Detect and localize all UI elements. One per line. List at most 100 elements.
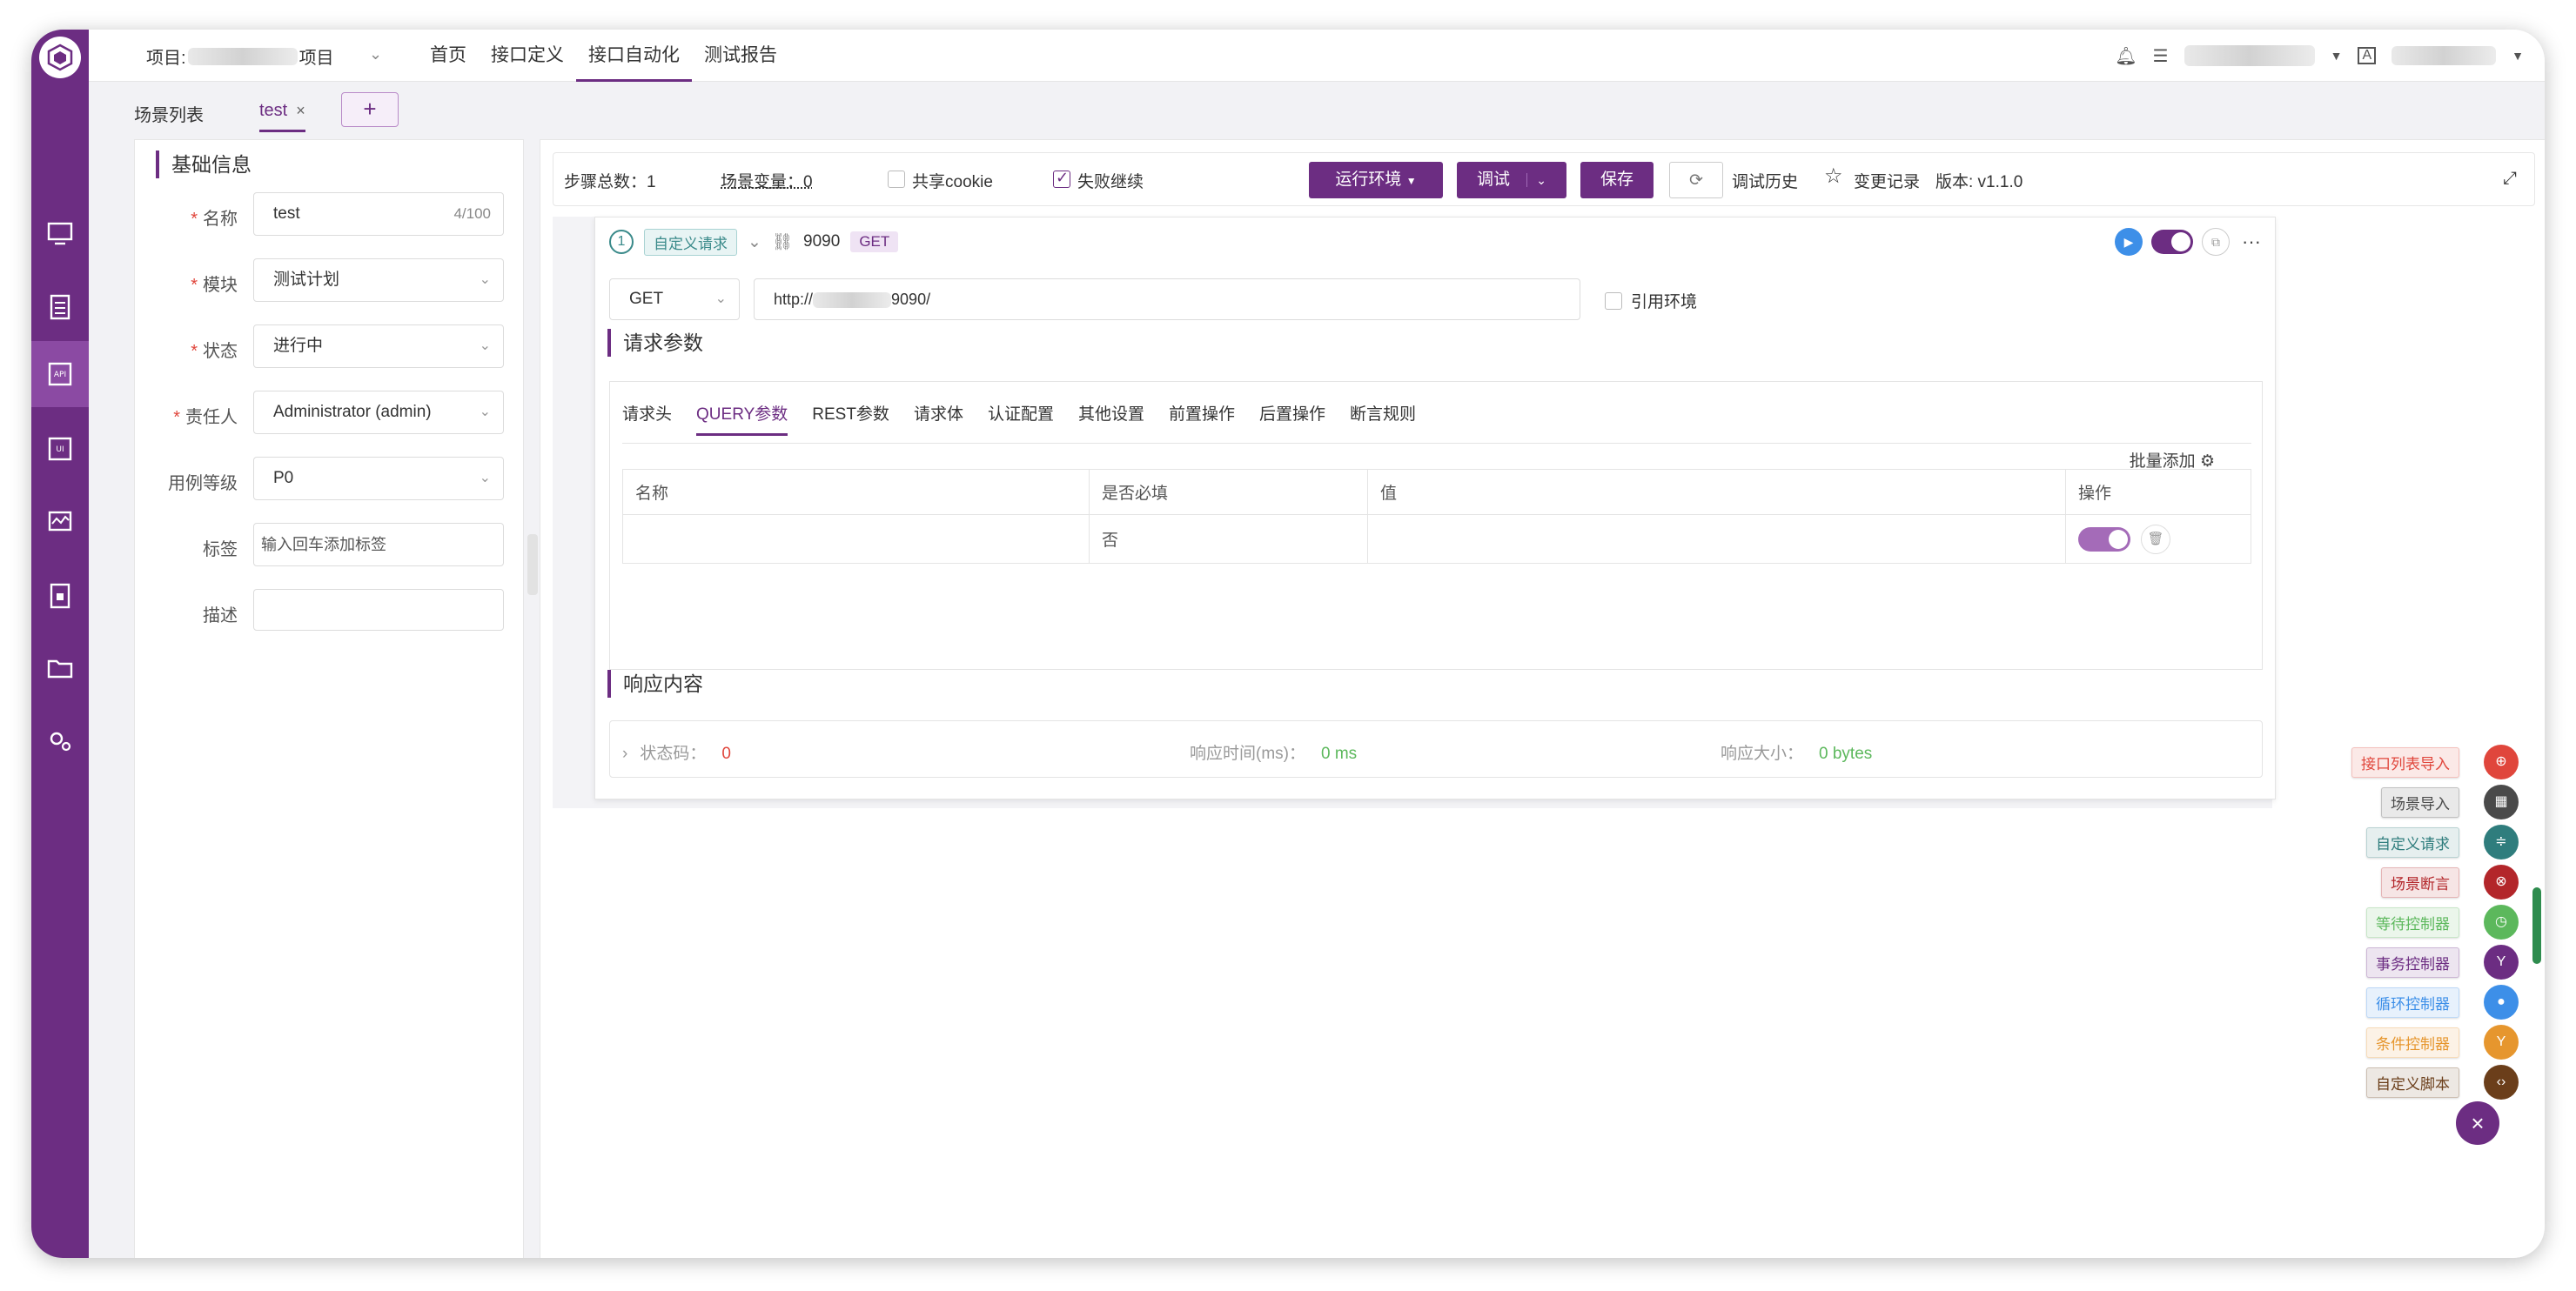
fab-item-icon[interactable]: ≑	[2484, 825, 2519, 860]
desc-textarea[interactable]	[253, 589, 504, 631]
param-value-cell[interactable]	[1367, 514, 2066, 564]
fab-item[interactable]: 条件控制器 Y	[2366, 1025, 2519, 1060]
status-select[interactable]: 进行中 ⌄	[253, 324, 504, 368]
step-enable-toggle[interactable]	[2151, 230, 2193, 254]
refresh-icon[interactable]: ⟳	[1669, 162, 1723, 198]
fab-item[interactable]: 事务控制器 Y	[2366, 945, 2519, 980]
tab-query[interactable]: QUERY参数	[696, 401, 788, 436]
method-select[interactable]: GET ⌄	[609, 278, 740, 320]
fab-item-icon[interactable]: ⊕	[2484, 745, 2519, 779]
caret-down-icon[interactable]: ▼	[2512, 49, 2524, 63]
nav-api-automation[interactable]: 接口自动化	[576, 30, 692, 82]
fab-item-label[interactable]: 场景断言	[2381, 866, 2459, 898]
trash-icon[interactable]: 🗑︎	[2141, 524, 2170, 554]
panel-splitter[interactable]	[527, 534, 538, 595]
nav-home[interactable]: 首页	[418, 30, 479, 82]
fab-item-label[interactable]: 循环控制器	[2366, 987, 2459, 1018]
caret-down-icon[interactable]: ▼	[2331, 49, 2343, 63]
run-env-button[interactable]: 运行环境 ▼	[1309, 162, 1443, 198]
folder-icon[interactable]	[31, 635, 89, 701]
fab-item-label[interactable]: 等待控制器	[2366, 906, 2459, 938]
scrollbar[interactable]	[2532, 887, 2541, 964]
tags-input[interactable]: 输入回车添加标签	[253, 523, 504, 566]
param-required-cell[interactable]: 否	[1089, 514, 1368, 564]
add-tab-button[interactable]: +	[341, 92, 399, 127]
fab-item[interactable]: 场景导入 ▦	[2381, 785, 2519, 819]
fab-item-icon[interactable]: Y	[2484, 1025, 2519, 1060]
copy-icon[interactable]: ⧉	[2202, 228, 2230, 256]
fab-item-label[interactable]: 事务控制器	[2366, 947, 2459, 978]
monitor-icon[interactable]	[31, 200, 89, 266]
fab-item-label[interactable]: 接口列表导入	[2351, 746, 2459, 778]
nav-api-definition[interactable]: 接口定义	[479, 30, 576, 82]
language-icon[interactable]: A	[2358, 47, 2377, 64]
fab-item-label[interactable]: 条件控制器	[2366, 1027, 2459, 1058]
api-icon[interactable]: API	[31, 341, 89, 407]
clipboard-icon[interactable]	[31, 273, 89, 339]
tags-row: 标签 输入回车添加标签	[135, 523, 525, 566]
share-cookie-checkbox[interactable]	[888, 171, 905, 188]
level-select[interactable]: P0 ⌄	[253, 457, 504, 500]
fab-item-icon[interactable]: ◷	[2484, 905, 2519, 940]
task-list-icon[interactable]: ☰	[2153, 45, 2169, 67]
ref-env-checkbox[interactable]: 引用环境	[1605, 289, 1697, 312]
tab-body[interactable]: 请求体	[914, 401, 963, 436]
fab-item-icon[interactable]: ⊗	[2484, 865, 2519, 900]
chevron-down-icon: ⌄	[479, 405, 491, 419]
tab-headers[interactable]: 请求头	[622, 401, 672, 436]
user-blurred[interactable]	[2392, 46, 2497, 65]
fab-item-label[interactable]: 自定义请求	[2366, 826, 2459, 858]
save-button[interactable]: 保存	[1580, 162, 1654, 198]
workspace-blurred[interactable]	[2184, 45, 2315, 66]
tab-post[interactable]: 后置操作	[1259, 401, 1325, 436]
fullscreen-icon[interactable]: ⤢	[2503, 169, 2517, 189]
fab-item-icon[interactable]: Y	[2484, 945, 2519, 980]
debug-button[interactable]: 调试 ⌄	[1457, 162, 1566, 198]
fail-continue-checkbox[interactable]	[1053, 169, 1070, 188]
chevron-right-icon[interactable]: ›	[622, 745, 627, 763]
url-input[interactable]: http://9090/	[754, 278, 1580, 320]
performance-icon[interactable]	[31, 489, 89, 555]
debug-history-link[interactable]: 调试历史	[1732, 169, 1798, 192]
report-icon[interactable]	[31, 562, 89, 628]
param-name-cell[interactable]	[622, 514, 1090, 564]
run-step-icon[interactable]: ▶	[2115, 228, 2143, 256]
owner-select[interactable]: Administrator (admin) ⌄	[253, 391, 504, 434]
tab-pre[interactable]: 前置操作	[1169, 401, 1235, 436]
star-icon[interactable]: ☆	[1824, 164, 1843, 189]
nav-test-report[interactable]: 测试报告	[692, 30, 789, 82]
close-menu-button[interactable]: ×	[2456, 1101, 2499, 1145]
fab-item[interactable]: 等待控制器 ◷	[2366, 905, 2519, 940]
more-icon[interactable]: ···	[2238, 231, 2264, 253]
close-icon[interactable]: ×	[296, 102, 305, 119]
param-enable-toggle[interactable]	[2078, 526, 2130, 552]
fab-item[interactable]: 循环控制器 ●	[2366, 985, 2519, 1020]
fab-item-icon[interactable]: ‹›	[2484, 1065, 2519, 1100]
tab-auth[interactable]: 认证配置	[988, 401, 1054, 436]
fab-item-icon[interactable]: ▦	[2484, 785, 2519, 819]
fab-item[interactable]: 自定义请求 ≑	[2366, 825, 2519, 860]
batch-add-link[interactable]: 批量添加 ⚙	[2130, 448, 2215, 472]
fab-item-label[interactable]: 自定义脚本	[2366, 1067, 2459, 1098]
tab-rest[interactable]: REST参数	[812, 401, 889, 436]
fab-item[interactable]: 场景断言 ⊗	[2381, 865, 2519, 900]
fab-item[interactable]: 接口列表导入 ⊕	[2351, 745, 2519, 779]
module-select[interactable]: 测试计划 ⌄	[253, 258, 504, 302]
project-selector[interactable]: 项目: 项目	[146, 43, 334, 69]
tab-other[interactable]: 其他设置	[1078, 401, 1144, 436]
name-input[interactable]: test 4/100	[253, 192, 504, 236]
scene-list-tab[interactable]: 场景列表	[134, 101, 204, 126]
tab-test[interactable]: test ×	[259, 101, 305, 132]
tab-assertions[interactable]: 断言规则	[1350, 401, 1416, 436]
chevron-down-icon[interactable]: ⌄	[369, 45, 382, 64]
chevron-down-icon[interactable]: ⌄	[748, 232, 761, 252]
fab-item-icon[interactable]: ●	[2484, 985, 2519, 1020]
scene-variables-link[interactable]: 场景变量：0	[721, 169, 813, 192]
fab-item-label[interactable]: 场景导入	[2381, 786, 2459, 818]
change-record-link[interactable]: 变更记录	[1854, 169, 1920, 192]
app-logo[interactable]	[39, 37, 81, 78]
bell-icon[interactable]: 🔔︎	[2115, 45, 2137, 67]
ui-test-icon[interactable]: UI	[31, 416, 89, 482]
settings-icon[interactable]	[31, 708, 89, 774]
fab-item[interactable]: 自定义脚本 ‹›	[2366, 1065, 2519, 1100]
